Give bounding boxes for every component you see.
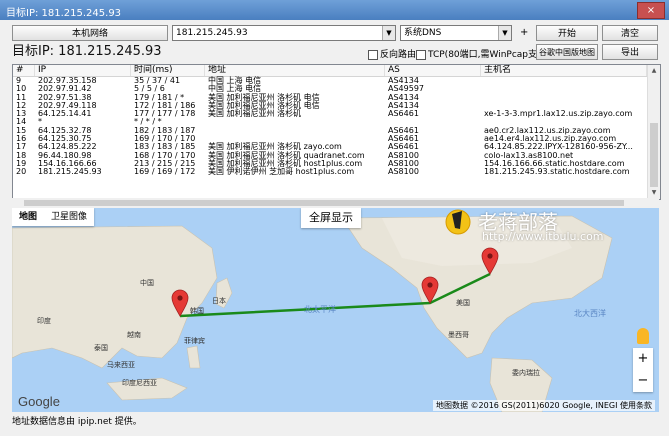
google-logo: Google xyxy=(18,394,60,409)
table-cell: 美国 伊利诺伊州 芝加哥 host1plus.com xyxy=(208,167,355,177)
horizontal-scrollbar[interactable] xyxy=(12,198,659,208)
table-cell: 169 / 169 / 172 xyxy=(134,167,196,177)
table-row[interactable]: 20 181.215.245.93 169 / 169 / 172 美国 伊利诺伊州 … xyxy=(13,167,647,177)
scroll-thumb[interactable] xyxy=(24,200,624,206)
chevron-down-icon[interactable]: ▼ xyxy=(382,26,395,40)
ocean-label: 北大西洋 xyxy=(574,309,606,318)
table-cell: AS6461 xyxy=(388,109,419,119)
start-button[interactable]: 开始 xyxy=(536,25,598,41)
window-title: 目标IP: 181.215.245.93 xyxy=(6,8,122,19)
target-combo[interactable]: 181.215.245.93 ▼ xyxy=(172,25,396,41)
col-as[interactable]: AS xyxy=(385,65,481,76)
checkbox-box[interactable] xyxy=(416,49,426,60)
watermark-logo-icon xyxy=(445,209,471,235)
status-text: 地址数据信息由 ipip.net 提供。 xyxy=(12,417,142,427)
table-row[interactable]: 9 202.97.35.158 35 / 37 / 41 中国 上海 电信 AS4134 xyxy=(13,76,647,85)
map-type-control: 地图 卫星图像 xyxy=(12,208,95,226)
map-label: 泰国 xyxy=(94,344,108,352)
add-button[interactable]: + xyxy=(520,27,528,38)
reverse-route-checkbox[interactable]: 反向路由 xyxy=(368,47,416,60)
table-row[interactable]: 11 202.97.51.38 179 / 181 / * 美国 加利福尼亚州 洛杉矶… xyxy=(13,93,647,102)
vertical-scrollbar[interactable]: ▲ ▼ xyxy=(647,65,660,199)
clear-button[interactable]: 清空 xyxy=(602,25,658,41)
table-header: # IP 时间(ms) 地址 AS 主机名 xyxy=(13,65,647,77)
map-label: 日本 xyxy=(212,297,226,305)
map-label: 中国 xyxy=(140,279,154,287)
col-num[interactable]: # xyxy=(13,65,35,76)
table-row[interactable]: 13 64.125.14.41 177 / 177 / 178 美国 加利福尼亚州 洛… xyxy=(13,109,647,119)
zoom-out-button[interactable]: − xyxy=(633,370,653,392)
table-cell: xe-1-3-3.mpr1.lax12.us.zip.zayo.com xyxy=(484,109,633,119)
chevron-down-icon[interactable]: ▼ xyxy=(498,26,511,40)
route-map[interactable]: 地图 卫星图像 全屏显示 老蒋部落 http://www.itbulu.com 北… xyxy=(12,208,659,412)
reverse-route-label: 反向路由 xyxy=(380,50,417,60)
scroll-up-icon[interactable]: ▲ xyxy=(648,65,660,77)
map-label: 印度 xyxy=(37,317,51,325)
table-cell: 20 xyxy=(16,167,27,177)
table-cell: 64.125.14.41 xyxy=(38,109,92,119)
col-time[interactable]: 时间(ms) xyxy=(131,65,205,76)
col-ip[interactable]: IP xyxy=(35,65,131,76)
local-network-button[interactable]: 本机网络 xyxy=(12,25,168,41)
close-button[interactable]: × xyxy=(637,2,665,19)
title-bar: 目标IP: 181.215.245.93 × xyxy=(0,0,669,20)
map-label: 美国 xyxy=(456,299,470,307)
trace-table[interactable]: # IP 时间(ms) 地址 AS 主机名 9 202.97.35.158 35 /… xyxy=(12,64,661,200)
export-button[interactable]: 导出 xyxy=(602,44,658,60)
watermark-url: http://www.itbulu.com xyxy=(482,230,604,243)
tcp-checkbox[interactable]: TCP(80端口,需WinPcap支持) xyxy=(416,47,550,60)
col-hostname[interactable]: 主机名 xyxy=(481,65,647,76)
table-cell: 181.215.245.93.static.hostdare.com xyxy=(484,167,630,177)
map-label: 韩国 xyxy=(190,307,204,315)
checkbox-box[interactable] xyxy=(368,49,378,60)
table-cell: 美国 加利福尼亚州 洛杉矶 xyxy=(208,109,302,119)
dns-combo-value: 系统DNS xyxy=(404,28,442,38)
zoom-in-button[interactable]: + xyxy=(633,348,653,370)
street-view-pegman-icon[interactable] xyxy=(637,328,649,344)
map-label: 印度尼西亚 xyxy=(122,379,157,387)
map-label: 马来西亚 xyxy=(107,361,135,369)
ocean-label: 北太平洋 xyxy=(304,305,336,314)
china-map-button[interactable]: 谷歌中国版地图 xyxy=(536,44,598,60)
target-ip-heading: 目标IP: 181.215.245.93 xyxy=(12,44,162,59)
map-type-satellite[interactable]: 卫星图像 xyxy=(44,208,94,226)
scroll-thumb[interactable] xyxy=(650,123,658,187)
map-label: 菲律宾 xyxy=(184,337,205,345)
target-combo-value: 181.215.245.93 xyxy=(176,28,248,38)
map-attribution[interactable]: 地图数据 ©2016 GS(2011)6020 Google, INEGI 使用… xyxy=(432,400,655,411)
zoom-control: + − xyxy=(633,348,653,392)
fullscreen-button[interactable]: 全屏显示 xyxy=(301,208,361,228)
map-label: 墨西哥 xyxy=(448,331,469,339)
tcp-label: TCP(80端口,需WinPcap支持) xyxy=(428,50,550,60)
table-cell: AS8100 xyxy=(388,167,419,177)
map-label: 委内瑞拉 xyxy=(512,369,540,377)
col-address[interactable]: 地址 xyxy=(205,65,385,76)
table-row[interactable]: 10 202.97.91.42 5 / 5 / 6 中国 上海 电信 AS49597 xyxy=(13,84,647,93)
table-body: 9 202.97.35.158 35 / 37 / 41 中国 上海 电信 AS4134… xyxy=(13,76,647,177)
table-cell: 181.215.245.93 xyxy=(38,167,102,177)
map-label: 越南 xyxy=(127,331,141,339)
dns-combo[interactable]: 系统DNS ▼ xyxy=(400,25,512,41)
map-type-map[interactable]: 地图 xyxy=(12,208,44,226)
